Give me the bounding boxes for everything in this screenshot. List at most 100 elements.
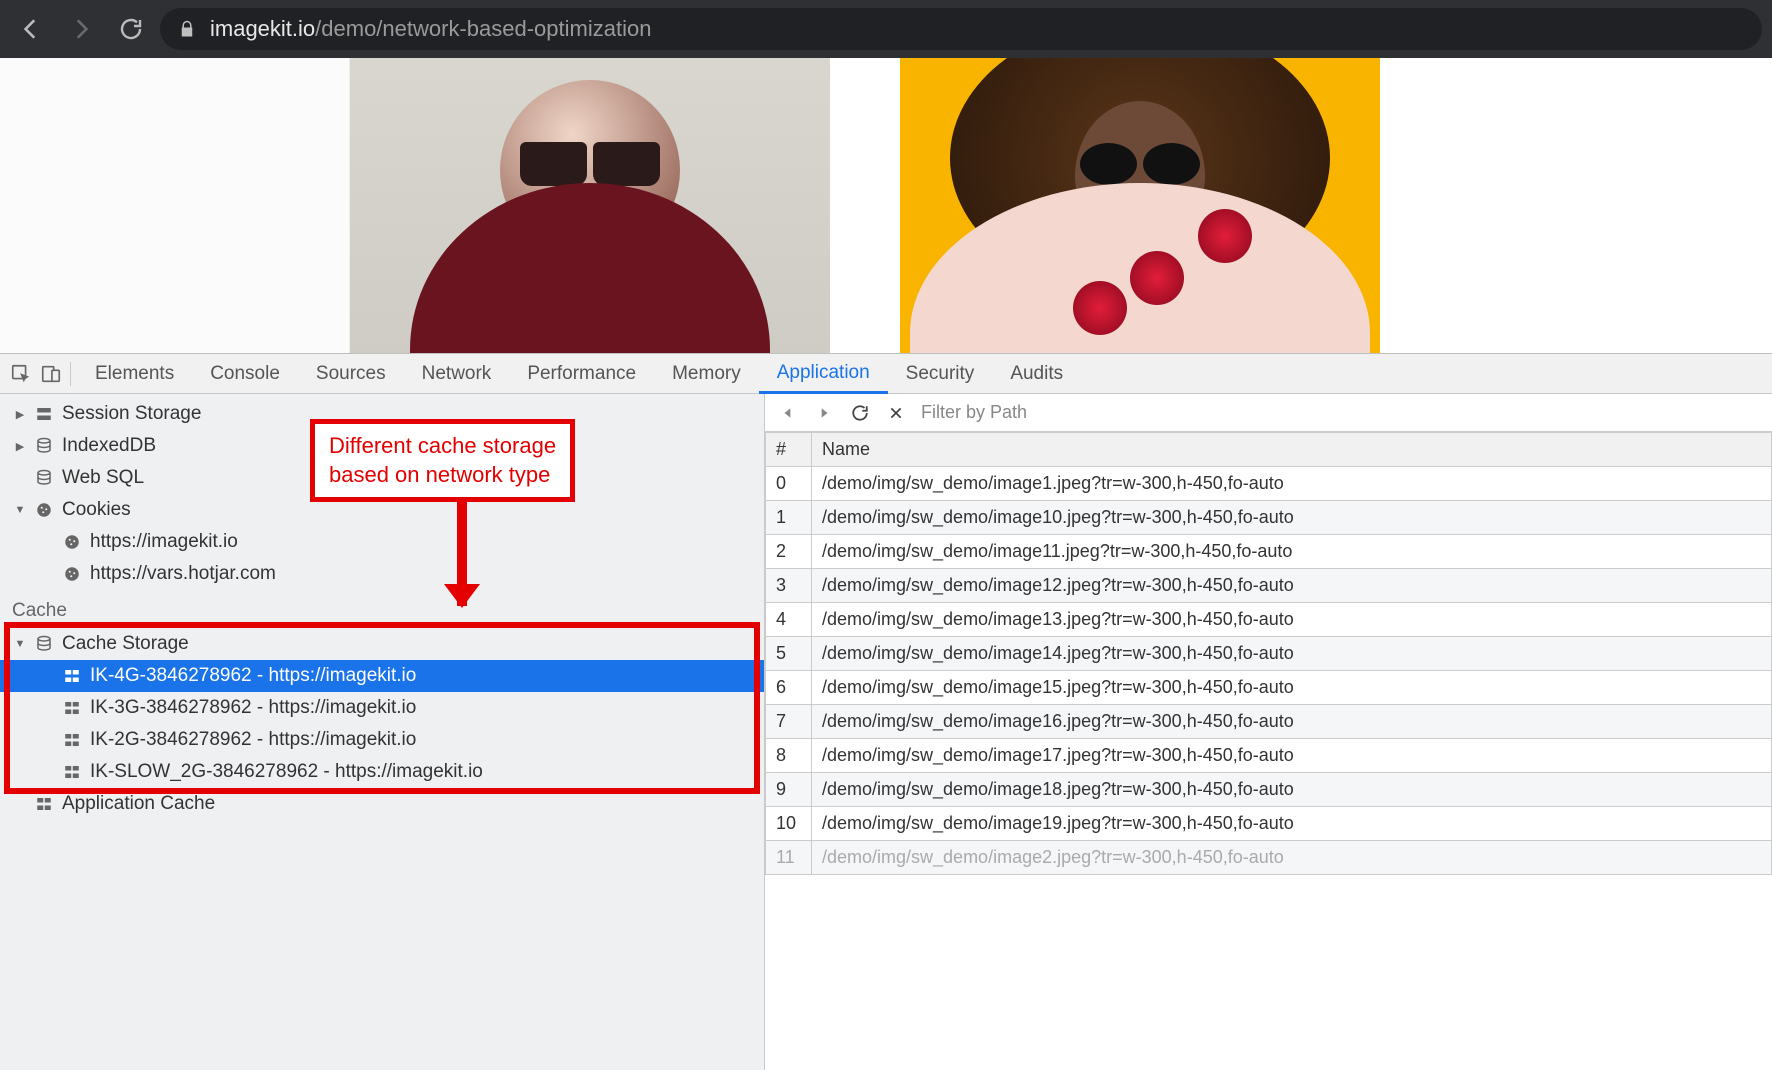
- sidebar-item-label: https://vars.hotjar.com: [90, 563, 276, 585]
- url-host: imagekit.io: [210, 16, 315, 41]
- table-header-row: # Name: [766, 433, 1772, 467]
- prev-icon[interactable]: [775, 406, 801, 420]
- database-icon: [34, 437, 54, 455]
- tab-network[interactable]: Network: [404, 354, 510, 393]
- chevron-down-icon: ▼: [14, 638, 26, 650]
- cell-index: 10: [766, 807, 812, 841]
- storage-icon: [34, 405, 54, 423]
- cell-name: /demo/img/sw_demo/image19.jpeg?tr=w-300,…: [812, 807, 1772, 841]
- sidebar-item-cache-storage[interactable]: ▼ Cache Storage: [0, 628, 764, 660]
- cell-name: /demo/img/sw_demo/image15.jpeg?tr=w-300,…: [812, 671, 1772, 705]
- tab-sources[interactable]: Sources: [298, 354, 404, 393]
- forward-button[interactable]: [60, 8, 102, 50]
- demo-image-1: [350, 58, 830, 353]
- sidebar-cache-entry[interactable]: IK-2G-3846278962 - https://imagekit.io: [0, 724, 764, 756]
- cell-name: /demo/img/sw_demo/image17.jpeg?tr=w-300,…: [812, 739, 1772, 773]
- database-icon: [34, 635, 54, 653]
- cell-index: 11: [766, 841, 812, 875]
- sidebar-item-label: https://imagekit.io: [90, 531, 238, 553]
- cell-index: 4: [766, 603, 812, 637]
- cache-table: # Name 0/demo/img/sw_demo/image1.jpeg?tr…: [765, 432, 1772, 1070]
- col-name[interactable]: Name: [812, 433, 1772, 467]
- browser-toolbar: imagekit.io/demo/network-based-optimizat…: [0, 0, 1772, 58]
- cell-index: 8: [766, 739, 812, 773]
- back-button[interactable]: [10, 8, 52, 50]
- table-icon: [62, 667, 82, 685]
- cell-name: /demo/img/sw_demo/image14.jpeg?tr=w-300,…: [812, 637, 1772, 671]
- next-icon[interactable]: [811, 406, 837, 420]
- table-row[interactable]: 2/demo/img/sw_demo/image11.jpeg?tr=w-300…: [766, 535, 1772, 569]
- demo-image-2: [900, 58, 1380, 353]
- reload-button[interactable]: [110, 8, 152, 50]
- annotation-text: based on network type: [329, 461, 556, 490]
- table-row[interactable]: 1/demo/img/sw_demo/image10.jpeg?tr=w-300…: [766, 501, 1772, 535]
- sidebar-cookie-origin[interactable]: https://vars.hotjar.com: [0, 558, 764, 590]
- cell-name: /demo/img/sw_demo/image11.jpeg?tr=w-300,…: [812, 535, 1772, 569]
- page-content: [0, 58, 1772, 353]
- cell-name: /demo/img/sw_demo/image2.jpeg?tr=w-300,h…: [812, 841, 1772, 875]
- table-row[interactable]: 5/demo/img/sw_demo/image14.jpeg?tr=w-300…: [766, 637, 1772, 671]
- database-icon: [34, 469, 54, 487]
- cell-index: 5: [766, 637, 812, 671]
- table-icon: [62, 763, 82, 781]
- table-row[interactable]: 4/demo/img/sw_demo/image13.jpeg?tr=w-300…: [766, 603, 1772, 637]
- table-icon: [62, 731, 82, 749]
- inspect-element-icon[interactable]: [6, 359, 36, 389]
- sidebar-item-application-cache[interactable]: Application Cache: [0, 788, 764, 820]
- sidebar-cache-entry[interactable]: IK-3G-3846278962 - https://imagekit.io: [0, 692, 764, 724]
- url-path: /demo/network-based-optimization: [315, 16, 651, 41]
- cell-index: 2: [766, 535, 812, 569]
- tab-security[interactable]: Security: [888, 354, 993, 393]
- devtools-panel: Elements Console Sources Network Perform…: [0, 353, 1772, 1070]
- sidebar-item-label: Application Cache: [62, 793, 215, 815]
- cell-name: /demo/img/sw_demo/image18.jpeg?tr=w-300,…: [812, 773, 1772, 807]
- tab-memory[interactable]: Memory: [654, 354, 759, 393]
- table-row[interactable]: 9/demo/img/sw_demo/image18.jpeg?tr=w-300…: [766, 773, 1772, 807]
- table-row[interactable]: 8/demo/img/sw_demo/image17.jpeg?tr=w-300…: [766, 739, 1772, 773]
- sidebar-item-label: IK-4G-3846278962 - https://imagekit.io: [90, 665, 416, 687]
- cache-toolbar: [765, 394, 1772, 432]
- sidebar-cache-entry[interactable]: IK-SLOW_2G-3846278962 - https://imagekit…: [0, 756, 764, 788]
- cell-name: /demo/img/sw_demo/image1.jpeg?tr=w-300,h…: [812, 467, 1772, 501]
- sidebar-item-label: Cookies: [62, 499, 131, 521]
- table-row[interactable]: 7/demo/img/sw_demo/image16.jpeg?tr=w-300…: [766, 705, 1772, 739]
- table-row[interactable]: 10/demo/img/sw_demo/image19.jpeg?tr=w-30…: [766, 807, 1772, 841]
- tab-application[interactable]: Application: [759, 355, 888, 394]
- device-toolbar-icon[interactable]: [36, 359, 66, 389]
- cell-index: 6: [766, 671, 812, 705]
- cell-name: /demo/img/sw_demo/image10.jpeg?tr=w-300,…: [812, 501, 1772, 535]
- sidebar-item-label: Web SQL: [62, 467, 144, 489]
- table-row[interactable]: 0/demo/img/sw_demo/image1.jpeg?tr=w-300,…: [766, 467, 1772, 501]
- cell-name: /demo/img/sw_demo/image12.jpeg?tr=w-300,…: [812, 569, 1772, 603]
- tab-elements[interactable]: Elements: [77, 354, 192, 393]
- tab-performance[interactable]: Performance: [509, 354, 654, 393]
- table-row[interactable]: 11/demo/img/sw_demo/image2.jpeg?tr=w-300…: [766, 841, 1772, 875]
- annotation-callout: Different cache storage based on network…: [310, 419, 575, 502]
- tab-console[interactable]: Console: [192, 354, 298, 393]
- table-icon: [62, 699, 82, 717]
- sidebar-item-label: Cache Storage: [62, 633, 189, 655]
- application-sidebar: ▶ Session Storage ▶ IndexedDB Web SQL: [0, 394, 765, 1070]
- sidebar-cookie-origin[interactable]: https://imagekit.io: [0, 526, 764, 558]
- col-index[interactable]: #: [766, 433, 812, 467]
- table-row[interactable]: 3/demo/img/sw_demo/image12.jpeg?tr=w-300…: [766, 569, 1772, 603]
- chevron-right-icon: ▶: [14, 408, 26, 421]
- cell-index: 3: [766, 569, 812, 603]
- refresh-icon[interactable]: [847, 404, 873, 422]
- table-row[interactable]: 6/demo/img/sw_demo/image15.jpeg?tr=w-300…: [766, 671, 1772, 705]
- cookie-icon: [34, 501, 54, 519]
- sidebar-cache-entry[interactable]: IK-4G-3846278962 - https://imagekit.io: [0, 660, 764, 692]
- cache-detail-panel: # Name 0/demo/img/sw_demo/image1.jpeg?tr…: [765, 394, 1772, 1070]
- sidebar-item-label: IndexedDB: [62, 435, 156, 457]
- tab-audits[interactable]: Audits: [992, 354, 1081, 393]
- close-icon[interactable]: [883, 405, 909, 421]
- cookie-icon: [62, 533, 82, 551]
- address-bar[interactable]: imagekit.io/demo/network-based-optimizat…: [160, 8, 1762, 50]
- devtools-body: ▶ Session Storage ▶ IndexedDB Web SQL: [0, 394, 1772, 1070]
- sidebar-section-cache: Cache: [0, 590, 764, 628]
- annotation-text: Different cache storage: [329, 432, 556, 461]
- sidebar-item-label: IK-2G-3846278962 - https://imagekit.io: [90, 729, 416, 751]
- url-text: imagekit.io/demo/network-based-optimizat…: [210, 16, 651, 42]
- cell-name: /demo/img/sw_demo/image16.jpeg?tr=w-300,…: [812, 705, 1772, 739]
- filter-input[interactable]: [919, 401, 1762, 424]
